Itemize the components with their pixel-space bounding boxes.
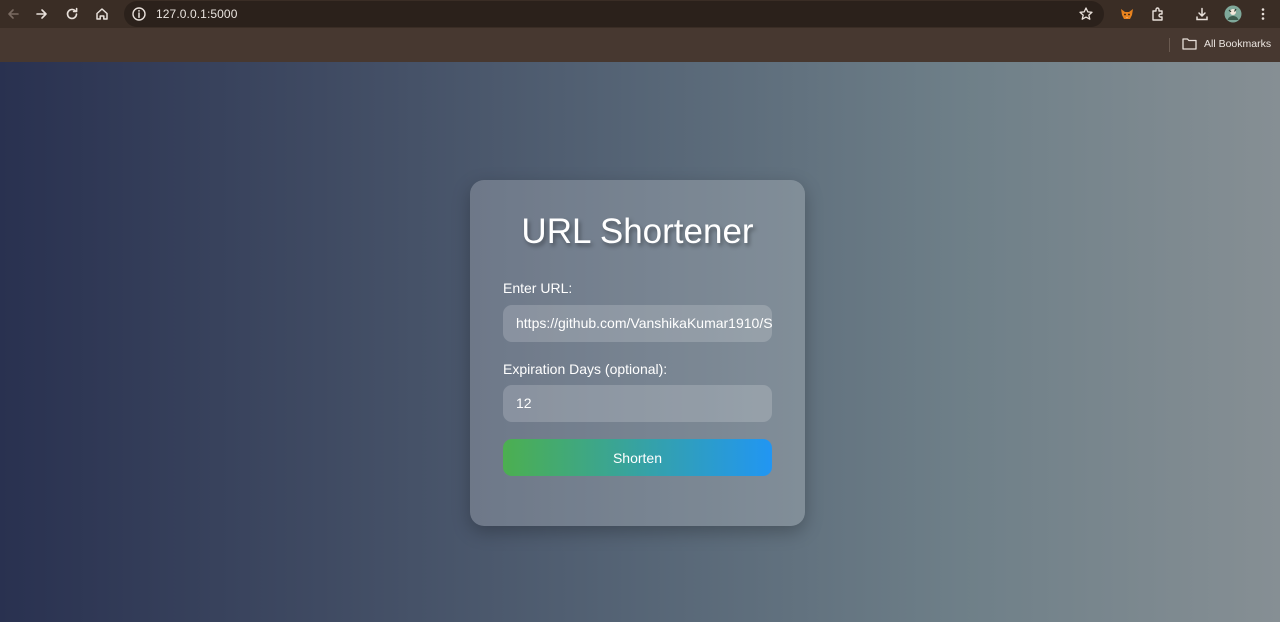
puzzle-icon <box>1152 7 1163 21</box>
url-input-value: https://github.com/VanshikaKumar1910/S <box>516 315 772 331</box>
shorten-button-label: Shorten <box>612 449 663 466</box>
all-bookmarks-label: All Bookmarks <box>1204 37 1272 50</box>
address-bar-url: 127.0.0.1:5000 <box>156 7 238 21</box>
address-bar[interactable]: 127.0.0.1:5000 <box>124 1 1104 27</box>
star-icon[interactable] <box>1078 6 1094 22</box>
avatar <box>1224 5 1242 23</box>
profile-button[interactable] <box>1223 4 1243 24</box>
fox-extension-button[interactable] <box>1117 4 1137 24</box>
info-icon[interactable] <box>131 6 147 22</box>
page-background: URL Shortener Enter URL: https://github.… <box>0 62 1280 622</box>
shortener-card: URL Shortener Enter URL: https://github.… <box>470 180 805 526</box>
expiration-days-input[interactable]: 12 <box>503 385 772 422</box>
shorten-button[interactable]: Shorten <box>503 439 772 476</box>
back-button[interactable] <box>2 3 24 25</box>
fox-extension-icon <box>1121 9 1133 19</box>
browser-menu-button[interactable] <box>1253 4 1273 24</box>
url-input[interactable]: https://github.com/VanshikaKumar1910/S <box>503 305 772 342</box>
all-bookmarks-button[interactable]: All Bookmarks <box>1182 37 1271 50</box>
page-title: URL Shortener <box>521 212 754 251</box>
url-label: Enter URL: <box>503 280 573 296</box>
bookmarks-separator <box>1169 38 1170 52</box>
expiration-label: Expiration Days (optional): <box>503 361 668 377</box>
download-icon <box>1196 7 1208 21</box>
browser-toolbar: 127.0.0.1:5000 <box>0 0 1280 28</box>
folder-icon <box>1182 38 1197 50</box>
kebab-menu-icon <box>1261 8 1265 20</box>
reload-icon <box>66 7 78 20</box>
arrow-right-icon <box>36 9 47 19</box>
forward-button[interactable] <box>31 3 53 25</box>
downloads-button[interactable] <box>1192 4 1212 24</box>
home-button[interactable] <box>91 3 113 25</box>
bookmarks-bar: All Bookmarks <box>0 28 1280 62</box>
expiration-days-value: 12 <box>516 395 532 411</box>
arrow-left-icon <box>8 9 19 19</box>
extensions-button[interactable] <box>1148 4 1168 24</box>
reload-button[interactable] <box>61 3 83 25</box>
home-icon <box>96 8 108 20</box>
